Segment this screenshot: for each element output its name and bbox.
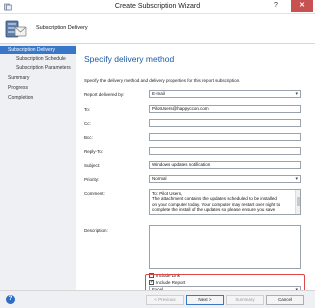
- delivered-by-label: Report delivered by:: [84, 92, 125, 97]
- priority-label: Priority:: [84, 177, 100, 182]
- subject-field[interactable]: Windows updates notification: [149, 161, 301, 169]
- bcc-field[interactable]: [149, 133, 301, 141]
- reply-to-field[interactable]: [149, 147, 301, 155]
- comment-scrollbar[interactable]: [295, 190, 300, 214]
- reply-to-label: Reply-To:: [84, 149, 104, 154]
- subject-label: Subject:: [84, 163, 101, 168]
- nav-item-completion[interactable]: Completion: [0, 94, 76, 102]
- priority-dropdown[interactable]: Normal: [149, 175, 301, 183]
- previous-button[interactable]: < Previous: [146, 295, 184, 305]
- bcc-label: Bcc:: [84, 135, 93, 140]
- description-field[interactable]: [149, 225, 301, 269]
- window-close-button[interactable]: ✕: [291, 0, 313, 12]
- wizard-nav: Subscription Delivery Subscription Sched…: [0, 44, 76, 290]
- nav-item-subscription-schedule[interactable]: Subscription Schedule: [0, 55, 76, 63]
- comment-label: Comment:: [84, 191, 105, 196]
- comment-field[interactable]: To: Pilot Users, The attachment contains…: [149, 189, 301, 215]
- description-label: Description:: [84, 228, 108, 233]
- nav-item-subscription-delivery[interactable]: Subscription Delivery: [0, 46, 76, 54]
- summary-button[interactable]: Summary: [226, 295, 264, 305]
- cc-label: Cc:: [84, 121, 91, 126]
- nav-item-progress[interactable]: Progress: [0, 84, 76, 92]
- title-bar: Create Subscription Wizard ? ✕: [0, 0, 315, 14]
- help-icon[interactable]: ?: [6, 295, 15, 304]
- cc-field[interactable]: [149, 119, 301, 127]
- subscription-server-icon: [5, 20, 27, 38]
- wizard-header: Subscription Delivery: [0, 14, 315, 44]
- nav-item-subscription-parameters[interactable]: Subscription Parameters: [0, 64, 76, 72]
- to-label: To:: [84, 107, 91, 112]
- comment-line: complete the install of the updates so p…: [152, 207, 276, 213]
- to-field[interactable]: PilotUsers@happyccon.com: [149, 105, 301, 113]
- window-help-button[interactable]: ?: [268, 0, 284, 12]
- next-button[interactable]: Next >: [186, 295, 224, 305]
- page-intro: Specify the delivery method and delivery…: [84, 78, 241, 83]
- nav-item-summary[interactable]: Summary: [0, 74, 76, 82]
- wizard-footer: ? < Previous Next > Summary Cancel: [0, 290, 315, 308]
- delivered-by-dropdown[interactable]: E-mail: [149, 90, 301, 98]
- cancel-button[interactable]: Cancel: [266, 295, 304, 305]
- header-title: Subscription Delivery: [36, 25, 88, 31]
- page-heading: Specify delivery method: [84, 54, 175, 64]
- scrollbar-thumb[interactable]: [297, 197, 300, 206]
- wizard-content: Specify delivery method Specify the deli…: [76, 44, 315, 295]
